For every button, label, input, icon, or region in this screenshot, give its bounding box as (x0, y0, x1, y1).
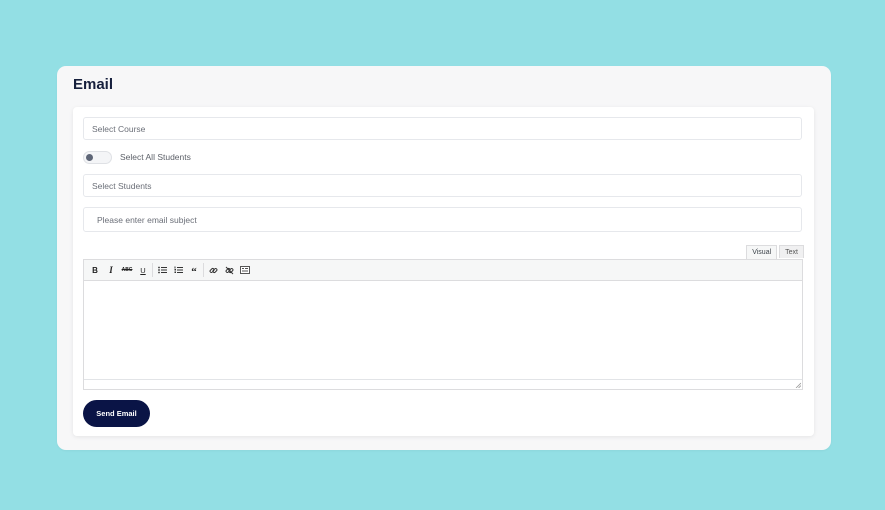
select-course-dropdown[interactable]: Select Course (83, 117, 802, 140)
page-title: Email (73, 76, 114, 93)
numbered-list-button[interactable] (170, 262, 186, 278)
bulleted-list-icon (157, 266, 167, 274)
select-course-placeholder: Select Course (92, 123, 146, 134)
underline-button[interactable]: U (135, 262, 151, 278)
toolbar-separator (203, 263, 204, 277)
editor-toolbar: B I ABC U “ (84, 260, 802, 281)
toggle-knob (86, 153, 93, 161)
italic-button[interactable]: I (103, 262, 119, 278)
bold-button[interactable]: B (87, 262, 103, 278)
editor-content-area[interactable] (84, 281, 802, 380)
editor-mode-tabs: Visual Text (746, 245, 804, 259)
remove-link-button[interactable] (221, 262, 237, 278)
email-panel: Email Select Course Select All Students … (57, 66, 831, 450)
select-students-dropdown[interactable]: Select Students (83, 174, 802, 197)
tab-visual[interactable]: Visual (746, 245, 778, 259)
strikethrough-icon: ABC (121, 267, 133, 273)
underline-icon: U (140, 265, 146, 275)
select-students-placeholder: Select Students (92, 180, 152, 191)
unlink-icon (225, 266, 233, 274)
select-all-students-label: Select All Students (120, 152, 191, 162)
bold-icon: B (92, 265, 98, 275)
strikethrough-button[interactable]: ABC (119, 262, 135, 278)
email-subject-placeholder: Please enter email subject (97, 214, 197, 225)
numbered-list-icon (174, 266, 183, 273)
toolbar-toggle-button[interactable] (237, 262, 253, 278)
insert-link-button[interactable] (205, 262, 221, 278)
tab-text[interactable]: Text (779, 245, 804, 258)
email-form: Select Course Select All Students Select… (73, 107, 814, 436)
rich-text-editor: B I ABC U “ (83, 259, 803, 390)
select-all-students-toggle[interactable] (83, 150, 112, 164)
link-icon (209, 267, 217, 273)
select-all-students-row: Select All Students (83, 150, 191, 164)
toolbar-separator (152, 263, 153, 277)
blockquote-icon: “ (191, 265, 197, 278)
blockquote-button[interactable]: “ (186, 262, 202, 278)
resize-handle-icon[interactable] (795, 382, 801, 388)
bulleted-list-button[interactable] (154, 262, 170, 278)
send-email-button[interactable]: Send Email (83, 400, 150, 427)
italic-icon: I (109, 265, 113, 275)
email-subject-input[interactable]: Please enter email subject (83, 207, 802, 232)
kitchen-sink-icon (240, 266, 250, 274)
